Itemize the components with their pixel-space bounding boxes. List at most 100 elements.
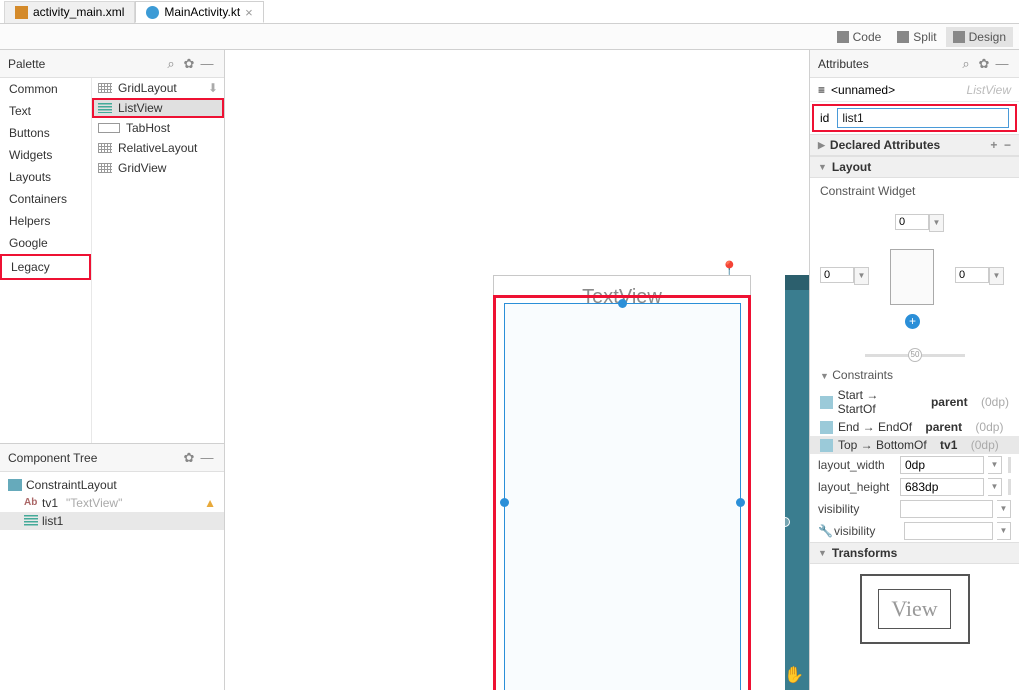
- view-mode-switcher: Code Split Design: [0, 24, 1019, 50]
- gear-icon[interactable]: ✿: [180, 449, 198, 467]
- id-input[interactable]: [837, 108, 1009, 128]
- wrench-icon: 🔧: [818, 524, 830, 538]
- prop-tools-visibility: 🔧visibility▼: [810, 520, 1019, 542]
- tab-activity-main[interactable]: activity_main.xml: [4, 1, 135, 23]
- pal-gridlayout[interactable]: GridLayout: [92, 78, 224, 98]
- gear-icon[interactable]: ✿: [975, 55, 993, 73]
- component-tree-title: Component Tree: [8, 451, 180, 465]
- prop-layout-height: layout_height683dp▼: [810, 476, 1019, 498]
- vis2-dd[interactable]: ▼: [997, 522, 1011, 540]
- cat-google[interactable]: Google: [0, 232, 91, 254]
- close-icon[interactable]: ×: [245, 5, 253, 20]
- viewmode-code[interactable]: Code: [830, 27, 889, 47]
- minimize-icon[interactable]: —: [198, 55, 216, 73]
- cw-right-dd[interactable]: ▼: [989, 267, 1004, 285]
- constraint-top[interactable]: Top → BottomOf tv1 (0dp): [810, 436, 1019, 454]
- gridlayout-icon: [98, 83, 112, 93]
- palette-header: Palette ⌕ ✿ —: [0, 50, 224, 78]
- cat-widgets[interactable]: Widgets: [0, 144, 91, 166]
- cat-layouts[interactable]: Layouts: [0, 166, 91, 188]
- component-tree: ConstraintLayout Abtv1"TextView"▲ list1: [0, 472, 224, 534]
- attributes-title: Attributes: [818, 57, 957, 71]
- handle-left[interactable]: [500, 498, 509, 507]
- component-type: ListView: [967, 83, 1011, 97]
- cw-center[interactable]: [890, 249, 934, 305]
- cw-left-dd[interactable]: ▼: [854, 267, 869, 285]
- constraint-icon: [820, 396, 833, 409]
- attributes-header: Attributes ⌕ ✿ —: [810, 50, 1019, 78]
- pal-relativelayout[interactable]: RelativeLayout: [92, 138, 224, 158]
- design-icon: [953, 31, 965, 43]
- handle-right[interactable]: [736, 498, 745, 507]
- prop-visibility: visibility▼: [810, 498, 1019, 520]
- cat-common[interactable]: Common: [0, 78, 91, 100]
- palette-body: Common Text Buttons Widgets Layouts Cont…: [0, 78, 224, 443]
- viewmode-split[interactable]: Split: [890, 27, 943, 47]
- cw-right-input[interactable]: [955, 267, 989, 283]
- cw-top-input[interactable]: [895, 214, 929, 230]
- cat-containers[interactable]: Containers: [0, 188, 91, 210]
- tree-root[interactable]: ConstraintLayout: [0, 476, 224, 494]
- handle-left[interactable]: [780, 517, 790, 527]
- pan-icon[interactable]: ✋: [784, 665, 804, 685]
- tree-list1[interactable]: list1: [0, 512, 224, 530]
- constraint-icon: [820, 439, 833, 452]
- constraints-subheader[interactable]: ▼ Constraints: [810, 364, 1019, 386]
- constraint-end[interactable]: End → EndOf parent (0dp): [810, 418, 1019, 436]
- cat-legacy[interactable]: Legacy: [0, 254, 91, 280]
- cw-add-bottom[interactable]: +: [905, 314, 920, 329]
- bias-slider[interactable]: 50: [865, 354, 965, 357]
- vis2-input[interactable]: [904, 522, 993, 540]
- split-icon: [897, 31, 909, 43]
- pal-tabhost[interactable]: TabHost: [92, 118, 224, 138]
- id-label: id: [820, 111, 829, 125]
- component-name: <unnamed>: [831, 83, 895, 97]
- cw-top-dd[interactable]: ▼: [929, 214, 944, 232]
- list-label: list1: [785, 495, 809, 505]
- constraint-start[interactable]: Start → StartOf parent (0dp): [810, 386, 1019, 418]
- design-canvas[interactable]: 📍 📍 TextView TextView list1 ✋: [225, 50, 809, 690]
- tabhost-icon: [98, 123, 120, 133]
- cw-left-input[interactable]: [820, 267, 854, 283]
- pal-gridview[interactable]: GridView: [92, 158, 224, 178]
- search-icon[interactable]: ⌕: [957, 55, 975, 73]
- tab-label: activity_main.xml: [33, 5, 124, 19]
- tree-tv1[interactable]: Abtv1"TextView"▲: [0, 494, 224, 512]
- bias-knob[interactable]: 50: [908, 348, 922, 362]
- lh-dd[interactable]: ▼: [988, 478, 1002, 496]
- gridview-icon: [98, 163, 112, 173]
- prop-layout-width: layout_width0dp▼: [810, 454, 1019, 476]
- section-layout[interactable]: ▼Layout: [810, 156, 1019, 178]
- gear-icon[interactable]: ✿: [180, 55, 198, 73]
- constraint-widget-label: Constraint Widget: [810, 178, 1019, 204]
- editor-tabs: activity_main.xml MainActivity.kt ×: [0, 0, 1019, 24]
- vis-dd[interactable]: ▼: [997, 500, 1011, 518]
- constraint-widget[interactable]: ▼ ▼ ▼ + 50: [810, 204, 1019, 364]
- viewmode-design[interactable]: Design: [946, 27, 1013, 47]
- section-transforms[interactable]: ▼Transforms: [810, 542, 1019, 564]
- xml-file-icon: [15, 6, 28, 19]
- selection-box[interactable]: [504, 303, 741, 690]
- section-declared[interactable]: ▶Declared Attributes+ −: [810, 134, 1019, 156]
- handle-top[interactable]: [618, 299, 627, 308]
- lw-dd[interactable]: ▼: [988, 456, 1002, 474]
- palette-title: Palette: [8, 57, 162, 71]
- lw-input[interactable]: 0dp: [900, 456, 984, 474]
- pal-listview[interactable]: ListView: [92, 98, 224, 118]
- vis-input[interactable]: [900, 500, 993, 518]
- tab-main-activity[interactable]: MainActivity.kt ×: [135, 1, 263, 23]
- constraint-icon: [820, 421, 833, 434]
- search-icon[interactable]: ⌕: [162, 55, 180, 73]
- cat-buttons[interactable]: Buttons: [0, 122, 91, 144]
- blueprint-preview[interactable]: TextView list1: [785, 275, 809, 690]
- minimize-icon[interactable]: —: [198, 449, 216, 467]
- listview-icon: [24, 515, 38, 527]
- lh-input[interactable]: 683dp: [900, 478, 984, 496]
- cat-helpers[interactable]: Helpers: [0, 210, 91, 232]
- component-id-row: ≡ <unnamed> ListView: [810, 78, 1019, 102]
- warning-icon: ▲: [204, 496, 216, 510]
- minimize-icon[interactable]: —: [993, 55, 1011, 73]
- cat-text[interactable]: Text: [0, 100, 91, 122]
- download-icon[interactable]: ⬇: [208, 81, 218, 95]
- relativelayout-icon: [98, 143, 112, 153]
